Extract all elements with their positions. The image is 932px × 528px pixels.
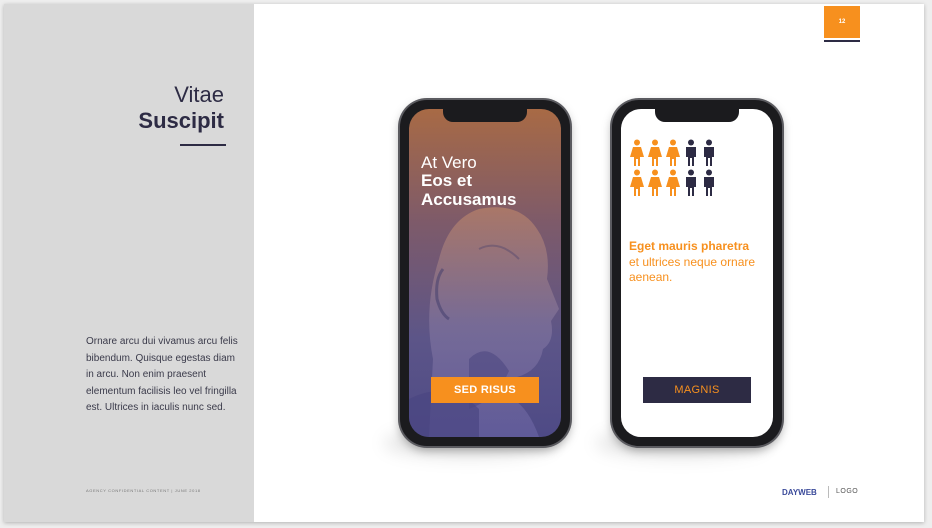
hero-headline-light: At Vero [421, 153, 477, 172]
phone-screen: At Vero Eos et Accusamus SED RISUS [409, 109, 561, 437]
female-person-icon [648, 139, 662, 166]
phone-mockup-portrait: At Vero Eos et Accusamus SED RISUS [400, 100, 570, 446]
magnis-button[interactable]: MAGNIS [643, 377, 751, 403]
phone-notch [655, 109, 739, 122]
male-person-icon [686, 169, 696, 196]
title-divider [180, 144, 226, 146]
stat-headline: Eget mauris pharetra [629, 239, 750, 253]
male-person-icon [704, 169, 714, 196]
phone-mockup-infographic: Eget mauris pharetra et ultrices neque o… [612, 100, 782, 446]
female-person-icon [666, 139, 680, 166]
confidential-note: AGENCY CONFIDENTIAL CONTENT | JUNE 2018 [86, 488, 201, 493]
phone-screen: Eget mauris pharetra et ultrices neque o… [621, 109, 773, 437]
title-light: Vitae [174, 82, 224, 107]
hero-headline-bold: Eos et Accusamus [421, 171, 517, 209]
female-person-icon [666, 169, 680, 196]
slide: Vitae Suscipit Ornare arcu dui vivamus a… [4, 4, 924, 522]
female-person-icon [648, 169, 662, 196]
title-bold: Suscipit [138, 108, 224, 133]
sed-risus-button[interactable]: SED RISUS [431, 377, 539, 403]
phone-notch [443, 109, 527, 122]
stat-subtext: et ultrices neque ornare aenean. [629, 255, 756, 284]
footer-divider [828, 486, 829, 498]
left-panel: Vitae Suscipit Ornare arcu dui vivamus a… [4, 4, 254, 522]
people-icon-grid [629, 139, 729, 197]
brand-logo: DAYWEB [782, 488, 817, 497]
female-person-icon [630, 169, 644, 196]
page-number-underline [824, 40, 860, 42]
client-logo: LOGO [836, 488, 859, 495]
body-text: Ornare arcu dui vivamus arcu felis biben… [86, 336, 238, 413]
female-person-icon [630, 139, 644, 166]
male-person-icon [704, 139, 714, 166]
page-number-badge: 12 [824, 6, 860, 38]
male-person-icon [686, 139, 696, 166]
